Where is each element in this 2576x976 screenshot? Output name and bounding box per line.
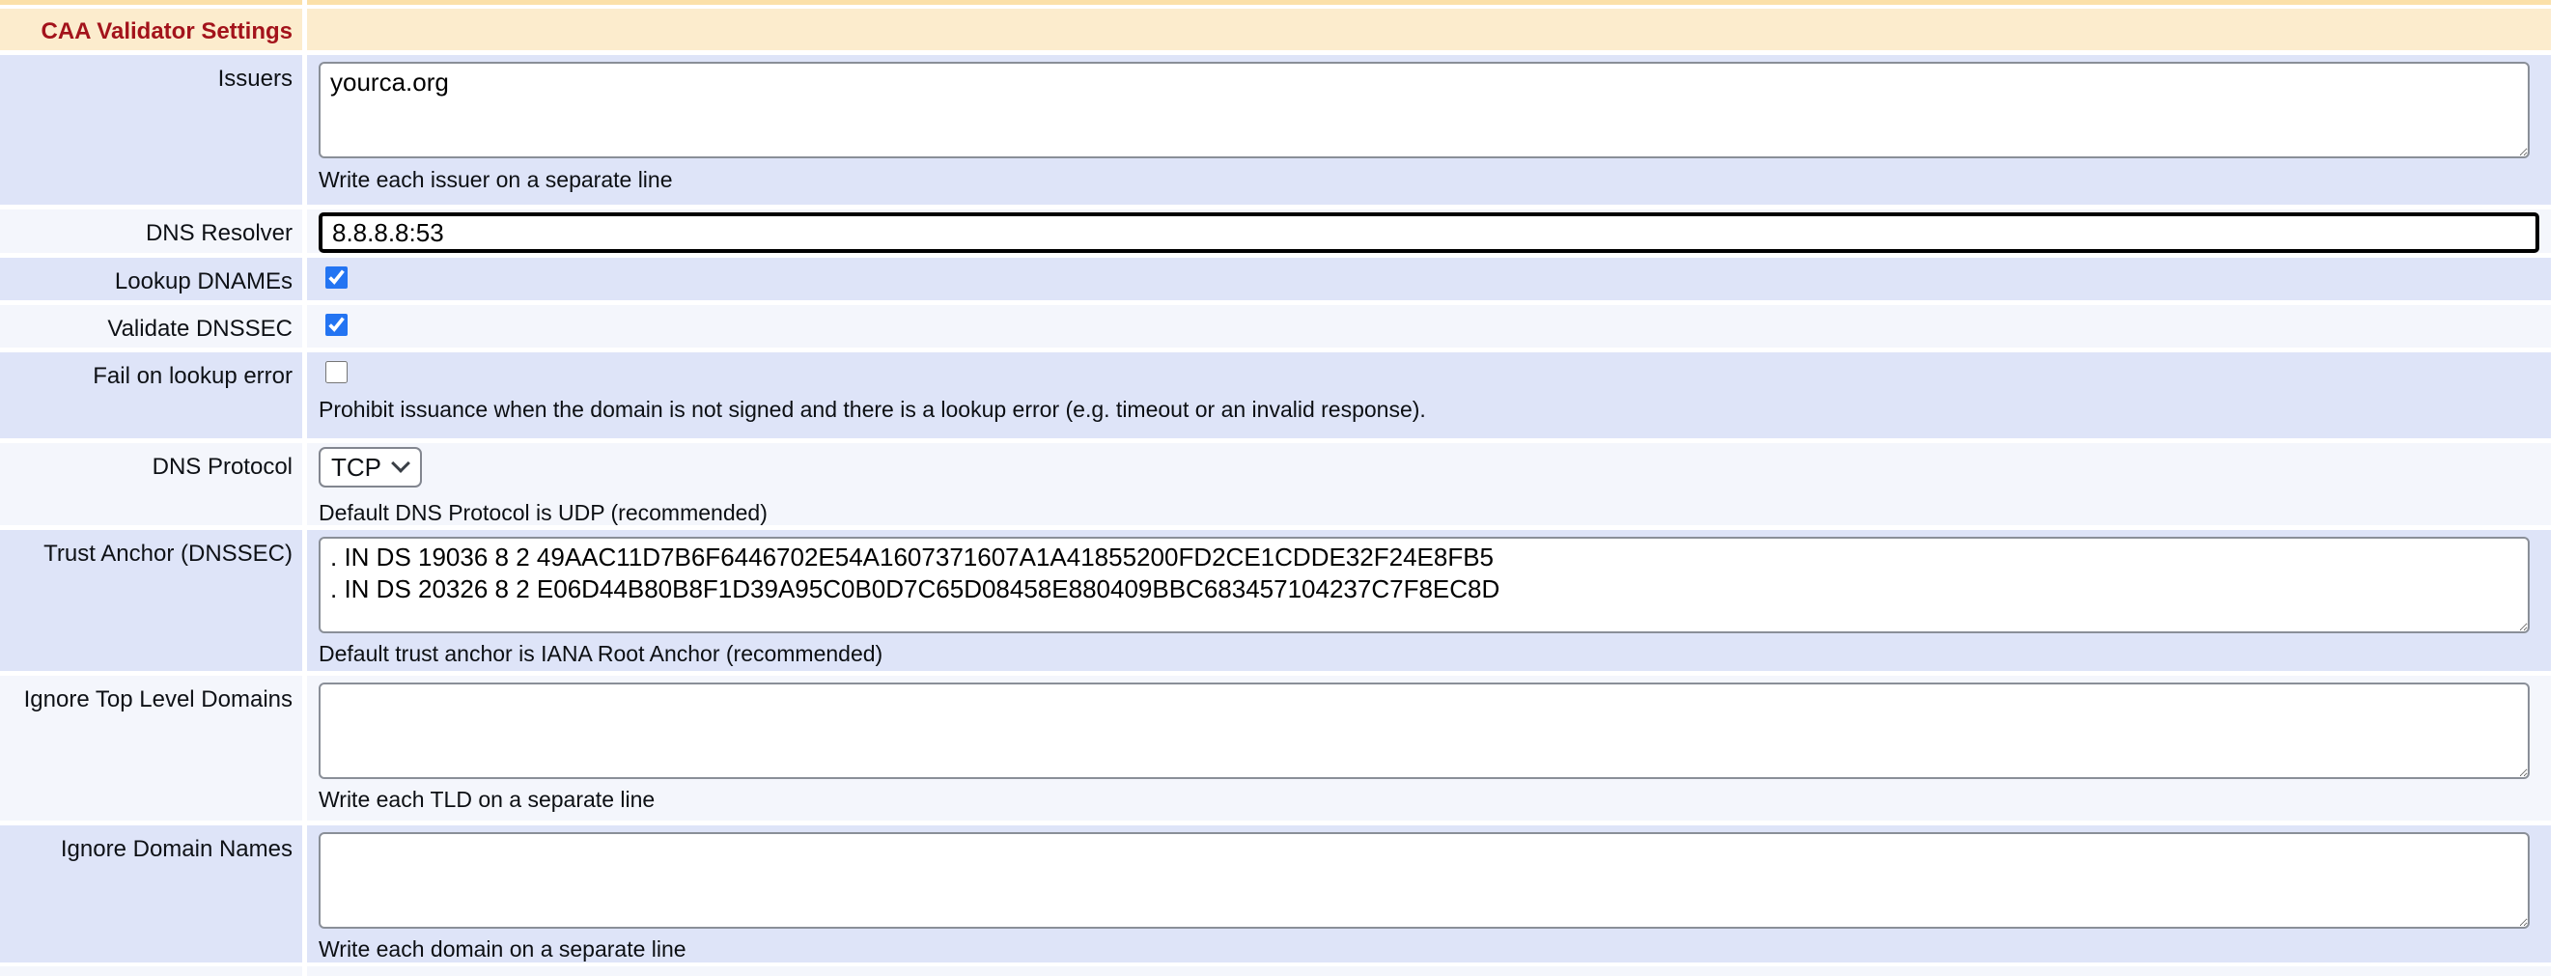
issuers-textarea[interactable]: yourca.org [319,62,2530,158]
fail-on-lookup-error-checkbox[interactable] [325,361,348,383]
trust-anchor-label: Trust Anchor (DNSSEC) [0,530,302,671]
row-fail-on-lookup-error: Fail on lookup error Prohibit issuance w… [0,352,2551,438]
ignore-domain-names-help-text: Write each domain on a separate line [319,936,2551,962]
ignore-tlds-label: Ignore Top Level Domains [0,676,302,821]
issuers-label: Issuers [0,55,302,205]
fail-on-lookup-error-help-text: Prohibit issuance when the domain is not… [319,397,2551,423]
row-dns-protocol: DNS Protocol TCP Default DNS Protocol is… [0,443,2551,525]
caa-validator-settings-form: CAA Validator Settings Issuers yourca.or… [0,0,2551,976]
trust-anchor-help-text: Default trust anchor is IANA Root Anchor… [319,641,2551,667]
row-issuers: Issuers yourca.org Write each issuer on … [0,55,2551,205]
ignore-tlds-help-text: Write each TLD on a separate line [319,787,2551,813]
sliver-content-cell [307,0,2551,5]
validate-dnssec-label: Validate DNSSEC [0,305,302,348]
ignore-tlds-textarea[interactable] [319,683,2530,779]
row-ignore-tlds: Ignore Top Level Domains Write each TLD … [0,676,2551,821]
section-header-spacer [307,9,2551,50]
ignore-domain-names-textarea[interactable] [319,832,2530,929]
lookup-dnames-label: Lookup DNAMEs [0,258,302,300]
section-title: CAA Validator Settings [0,9,302,50]
row-dns-resolver: DNS Resolver [0,209,2551,253]
chevron-down-icon [391,454,410,473]
row-validate-dnssec: Validate DNSSEC [0,305,2551,348]
validate-dnssec-checkbox[interactable] [325,314,348,336]
dns-protocol-selected-value: TCP [331,453,381,483]
dns-protocol-select[interactable]: TCP [319,447,422,488]
fail-on-lookup-error-label: Fail on lookup error [0,352,302,438]
lookup-dnames-checkbox[interactable] [325,266,348,289]
issuers-help-text: Write each issuer on a separate line [319,167,2551,193]
dns-resolver-label: DNS Resolver [0,209,302,253]
ignore-domain-names-label: Ignore Domain Names [0,825,302,962]
row-lookup-dnames: Lookup DNAMEs [0,258,2551,300]
previous-row-sliver [0,0,2551,5]
sliver-label-cell [0,0,302,5]
dns-protocol-help-text: Default DNS Protocol is UDP (recommended… [319,500,2551,526]
dns-resolver-input[interactable] [319,212,2539,253]
section-header-row: CAA Validator Settings [0,9,2551,50]
row-ignore-domain-names: Ignore Domain Names Write each domain on… [0,825,2551,962]
row-trust-anchor: Trust Anchor (DNSSEC) . IN DS 19036 8 2 … [0,530,2551,671]
trust-anchor-textarea[interactable]: . IN DS 19036 8 2 49AAC11D7B6F6446702E54… [319,537,2530,633]
dns-protocol-label: DNS Protocol [0,443,302,525]
